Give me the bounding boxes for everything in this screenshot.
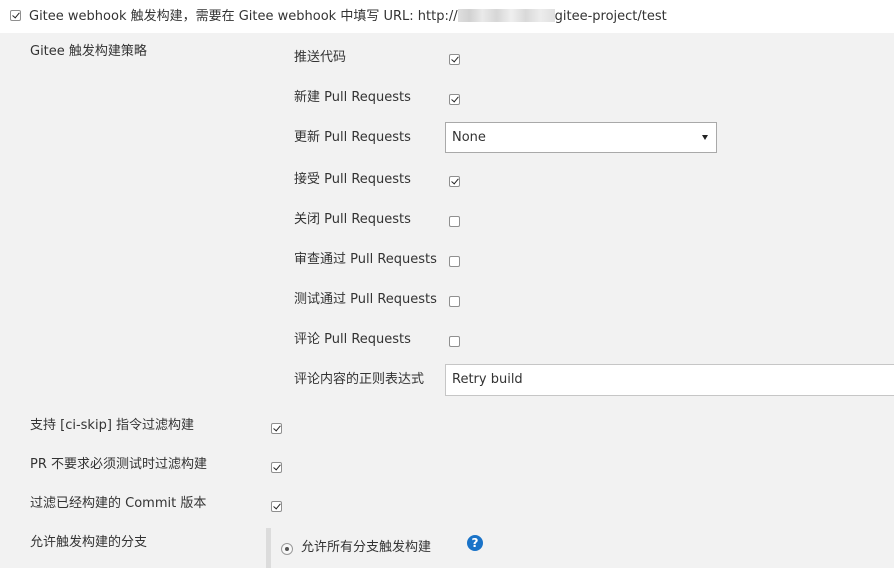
trigger-label-prefix: Gitee webhook 触发构建，需要在 Gitee webhook 中填写… [29, 9, 458, 24]
comment-pr-label: 评论 Pull Requests [294, 332, 411, 347]
update-pr-select[interactable]: None [445, 122, 717, 153]
review-pr-label: 审查通过 Pull Requests [294, 252, 437, 267]
push-code-label: 推送代码 [294, 50, 347, 65]
accept-pr-label: 接受 Pull Requests [294, 172, 411, 187]
update-pr-label: 更新 Pull Requests [294, 130, 411, 145]
filter-commit-checkbox[interactable] [271, 501, 282, 512]
redacted-host [457, 9, 555, 22]
trigger-label-suffix: gitee-project/test [554, 9, 667, 24]
branches-section-divider [266, 528, 271, 568]
test-pr-checkbox[interactable] [449, 296, 460, 307]
push-code-checkbox[interactable] [449, 54, 460, 65]
update-pr-selected-value: None [452, 130, 486, 145]
gitee-webhook-trigger-checkbox[interactable] [10, 10, 21, 21]
close-pr-checkbox[interactable] [449, 216, 460, 227]
close-pr-label: 关闭 Pull Requests [294, 212, 411, 227]
new-pr-checkbox[interactable] [449, 94, 460, 105]
comment-regex-label: 评论内容的正则表达式 [294, 372, 425, 387]
pr-no-test-checkbox[interactable] [271, 462, 282, 473]
comment-regex-value: Retry build [452, 372, 523, 387]
allow-all-branches-radio[interactable] [281, 543, 293, 555]
dropdown-arrow-icon [702, 135, 708, 140]
ci-skip-checkbox[interactable] [271, 423, 282, 434]
comment-pr-checkbox[interactable] [449, 336, 460, 347]
strategy-title: Gitee 触发构建策略 [30, 44, 147, 59]
help-icon[interactable]: ? [467, 535, 483, 551]
ci-skip-label: 支持 [ci-skip] 指令过滤构建 [30, 418, 195, 433]
test-pr-label: 测试通过 Pull Requests [294, 292, 437, 307]
review-pr-checkbox[interactable] [449, 256, 460, 267]
new-pr-label: 新建 Pull Requests [294, 90, 411, 105]
branches-title: 允许触发构建的分支 [30, 535, 148, 550]
accept-pr-checkbox[interactable] [449, 176, 460, 187]
filter-commit-label: 过滤已经构建的 Commit 版本 [30, 496, 207, 511]
allow-all-branches-label: 允许所有分支触发构建 [301, 540, 432, 555]
gitee-webhook-trigger-label: Gitee webhook 触发构建，需要在 Gitee webhook 中填写… [29, 9, 667, 25]
pr-no-test-label: PR 不要求必须测试时过滤构建 [30, 457, 208, 472]
comment-regex-input[interactable]: Retry build [445, 364, 894, 396]
